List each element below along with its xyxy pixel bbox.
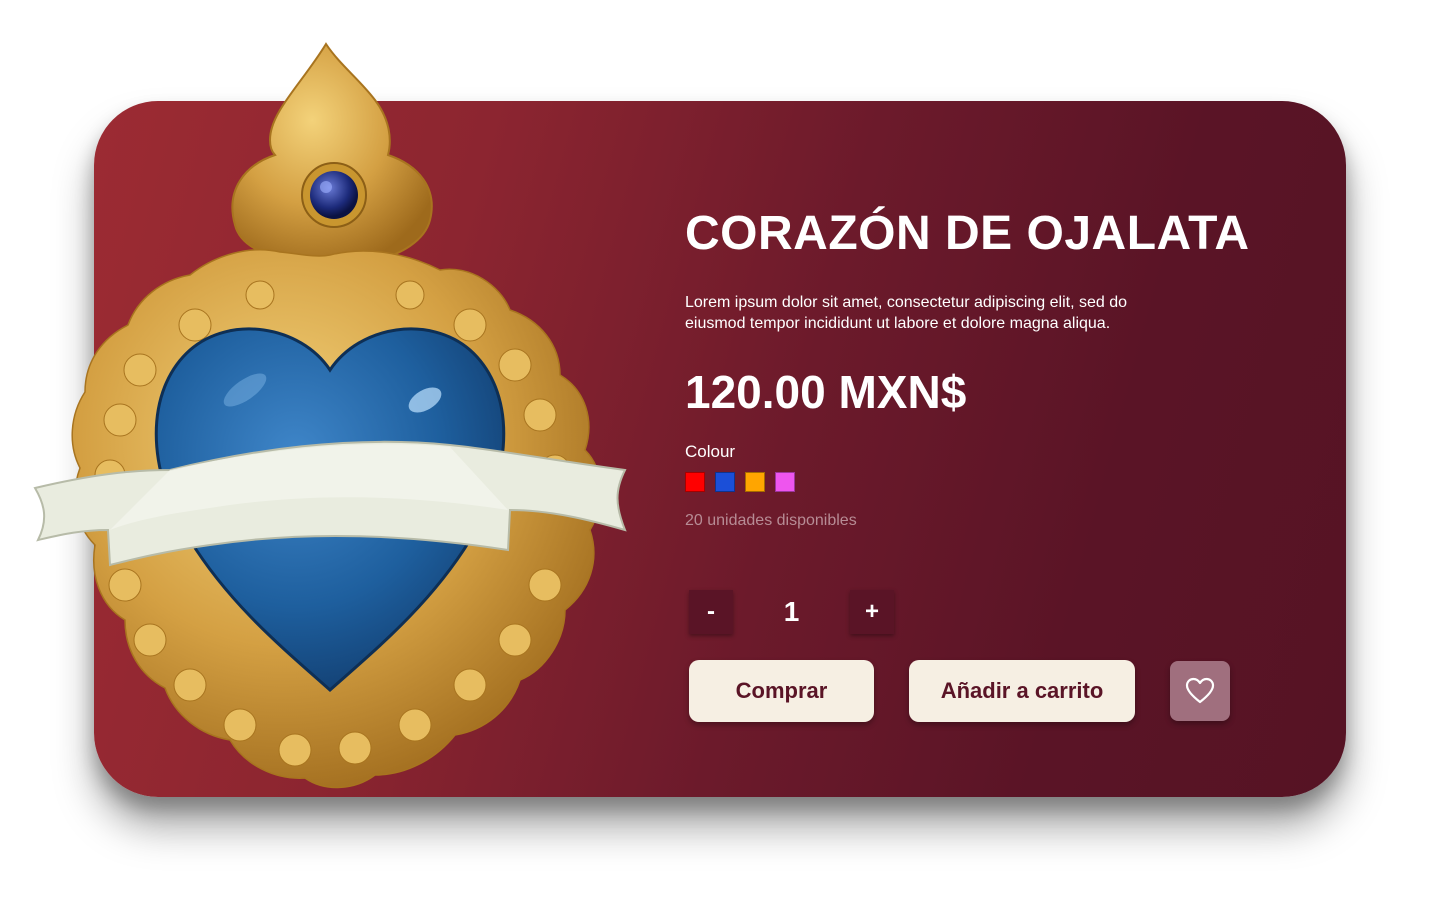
favorite-button[interactable] (1170, 661, 1230, 721)
colour-swatch-orange[interactable] (745, 472, 765, 492)
quantity-value: 1 (783, 596, 800, 627)
decrement-button[interactable]: - (689, 590, 733, 634)
buy-button[interactable]: Comprar (689, 660, 874, 722)
product-image (33, 42, 627, 789)
colour-swatches (685, 472, 1285, 492)
increment-button[interactable]: + (850, 590, 894, 634)
stock-availability: 20 unidades disponibles (685, 512, 857, 529)
heart-outline-icon (1185, 677, 1215, 704)
product-description: Lorem ipsum dolor sit amet, consectetur … (685, 294, 1127, 332)
action-buttons: Comprar Añadir a carrito (689, 660, 1230, 722)
quantity-stepper: - 1 + (689, 590, 894, 634)
colour-swatch-pink[interactable] (775, 472, 795, 492)
product-price: 120.00 MXN$ (685, 366, 967, 418)
product-title: CORAZÓN DE OJALATA (685, 207, 1250, 260)
add-to-cart-button[interactable]: Añadir a carrito (909, 660, 1135, 722)
colour-swatch-red[interactable] (685, 472, 705, 492)
colour-swatch-blue[interactable] (715, 472, 735, 492)
product-page: CORAZÓN DE OJALATA Lorem ipsum dolor sit… (0, 0, 1440, 900)
product-info: CORAZÓN DE OJALATA Lorem ipsum dolor sit… (685, 200, 1285, 531)
colour-label: Colour (685, 442, 736, 461)
